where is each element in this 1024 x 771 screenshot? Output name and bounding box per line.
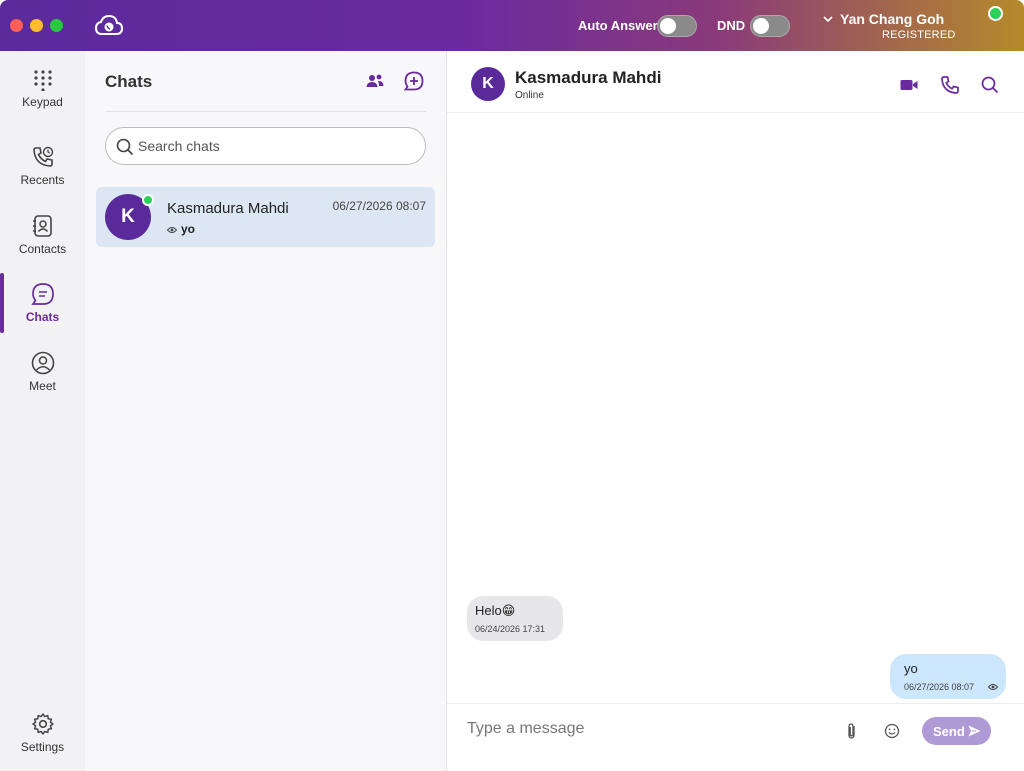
nav-item-meet[interactable]: Meet: [0, 351, 85, 417]
contact-status: Online: [515, 90, 544, 101]
seen-eye-icon: [166, 227, 178, 233]
nav-label: Recents: [20, 173, 65, 187]
chat-list-item[interactable]: K Kasmadura Mahdi 06/27/2026 08:07 yo: [96, 187, 435, 247]
nav-label: Keypad: [22, 95, 63, 109]
keypad-icon: [33, 70, 52, 91]
nav-item-recents[interactable]: Recents: [0, 145, 85, 211]
conversation-contact-name: Kasmadura Mahdi: [515, 68, 662, 87]
search-icon[interactable]: [980, 75, 1000, 95]
nav-item-settings[interactable]: Settings: [0, 712, 85, 771]
nav-item-contacts[interactable]: Contacts: [0, 214, 85, 280]
chat-preview: yo: [166, 222, 196, 236]
seen-eye-icon: [988, 684, 998, 690]
send-button-label: Send: [933, 723, 965, 739]
search-input[interactable]: [138, 128, 418, 164]
chat-bubble-icon: [30, 283, 54, 305]
title-bar: Auto Answer DND Yan Chang Goh REGISTERED: [0, 0, 1024, 51]
chat-contact-name: Kasmadura Mahdi: [167, 200, 289, 217]
send-arrow-icon: [968, 725, 981, 737]
contacts-book-icon: [32, 215, 52, 237]
conversation-header: K Kasmadura Mahdi Online: [447, 51, 1024, 113]
nav-item-chats[interactable]: Chats: [0, 282, 85, 348]
chat-preview-text: yo: [181, 222, 196, 236]
close-window-button[interactable]: [10, 19, 23, 32]
gear-icon: [31, 713, 54, 735]
cloud-phone-logo-icon: [94, 14, 124, 35]
new-chat-icon[interactable]: [404, 71, 424, 91]
nav-label: Settings: [20, 740, 65, 754]
nav-item-keypad[interactable]: Keypad: [0, 69, 85, 135]
dnd-toggle[interactable]: [750, 15, 790, 37]
message-input[interactable]: [467, 714, 827, 744]
message-timestamp: 06/24/2026 17:31: [475, 624, 546, 634]
emoji-icon[interactable]: [883, 722, 901, 740]
chevron-down-icon[interactable]: [822, 13, 834, 25]
left-nav: Keypad Recents Contacts Chats Meet Setti…: [0, 51, 85, 771]
user-name[interactable]: Yan Chang Goh: [840, 11, 944, 27]
message-text: yo: [904, 661, 918, 676]
nav-label: Meet: [29, 379, 56, 393]
nav-label: Contacts: [18, 242, 67, 256]
auto-answer-label: Auto Answer: [578, 18, 658, 33]
divider: [105, 111, 426, 112]
group-chat-icon[interactable]: [365, 71, 385, 91]
online-status-dot: [142, 194, 154, 206]
registration-status: REGISTERED: [882, 29, 956, 41]
chat-timestamp: 06/27/2026 08:07: [332, 199, 426, 213]
user-circle-icon: [31, 351, 54, 375]
auto-answer-toggle[interactable]: [657, 15, 697, 37]
outgoing-message[interactable]: yo 06/27/2026 08:07: [890, 654, 1006, 699]
phone-history-icon: [32, 146, 53, 167]
message-area[interactable]: Helo😁 06/24/2026 17:31 yo 06/27/2026 08:…: [447, 113, 1024, 703]
message-timestamp: 06/27/2026 08:07: [904, 682, 975, 692]
incoming-message[interactable]: Helo😁 06/24/2026 17:31: [467, 596, 563, 641]
video-call-icon[interactable]: [899, 75, 919, 95]
minimize-window-button[interactable]: [30, 19, 43, 32]
maximize-window-button[interactable]: [50, 19, 63, 32]
message-composer: Send: [447, 703, 1024, 771]
paperclip-icon[interactable]: [843, 722, 861, 740]
message-text: Helo😁: [475, 603, 516, 618]
dnd-label: DND: [717, 18, 746, 33]
phone-call-icon[interactable]: [940, 75, 960, 95]
search-box[interactable]: [105, 127, 426, 165]
nav-label: Chats: [25, 310, 60, 324]
chat-list-title: Chats: [105, 72, 153, 91]
presence-status-dot[interactable]: [988, 6, 1003, 21]
search-icon: [116, 138, 134, 156]
chat-list-panel: Chats K Kasmadura Mahdi 06/27/2026 08:07…: [85, 51, 447, 771]
send-button[interactable]: Send: [922, 717, 991, 745]
avatar[interactable]: K: [471, 67, 505, 101]
